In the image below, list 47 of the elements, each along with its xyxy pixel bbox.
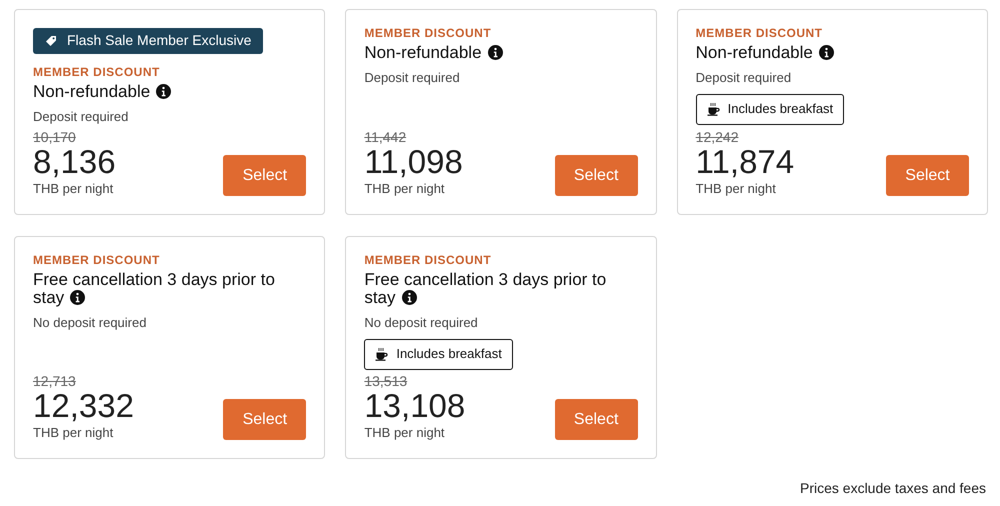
price-unit: THB per night (696, 181, 777, 197)
info-icon[interactable] (818, 45, 834, 60)
select-button[interactable]: Select (554, 399, 638, 440)
price: 8,136 (33, 145, 116, 179)
info-icon[interactable] (156, 84, 172, 98)
deposit-text: No deposit required (364, 314, 479, 332)
rate-title: Free cancellation 3 days prior to stay (33, 271, 276, 307)
select-button[interactable]: Select (223, 155, 306, 196)
coffee-cup-icon (706, 102, 720, 116)
original-price: 13,513 (364, 374, 408, 389)
amenity-text: Includes breakfast (728, 100, 834, 118)
select-button[interactable]: Select (554, 155, 638, 196)
price: 11,874 (696, 145, 794, 179)
rate-title: Non-refundable (696, 44, 969, 62)
deposit-text: No deposit required (33, 314, 148, 332)
rate-title: Non-refundable (33, 82, 306, 100)
discount-label: MEMBER DISCOUNT (364, 25, 492, 41)
tag-icon (45, 34, 57, 47)
price-unit: THB per night (33, 181, 114, 197)
info-icon[interactable] (70, 290, 86, 305)
price-unit: THB per night (364, 425, 446, 441)
info-icon[interactable] (488, 45, 503, 60)
discount-label: MEMBER DISCOUNT (33, 252, 161, 268)
discount-label: MEMBER DISCOUNT (33, 64, 161, 80)
price: 13,108 (364, 389, 466, 423)
coffee-cup-icon (375, 347, 388, 361)
price: 12,332 (33, 389, 134, 423)
price: 11,098 (364, 145, 463, 179)
price-unit: THB per night (364, 181, 446, 197)
amenity-text: Includes breakfast (396, 345, 502, 364)
original-price: 12,242 (696, 130, 740, 145)
info-icon[interactable] (402, 290, 417, 305)
original-price: 11,442 (364, 130, 408, 145)
select-button[interactable]: Select (886, 155, 969, 196)
deposit-text: Deposit required (33, 108, 130, 126)
select-button[interactable]: Select (223, 399, 306, 440)
rate-title: Free cancellation 3 days prior to stay (364, 271, 608, 307)
price-unit: THB per night (33, 425, 114, 441)
deposit-text: Deposit required (696, 69, 792, 87)
rate-title: Non-refundable (364, 44, 638, 62)
discount-label: MEMBER DISCOUNT (696, 25, 824, 41)
deposit-text: Deposit required (364, 69, 461, 87)
discount-label: MEMBER DISCOUNT (364, 252, 492, 268)
original-price: 12,713 (33, 374, 77, 389)
original-price: 10,170 (33, 130, 77, 145)
prices-note: Prices exclude taxes and fees (800, 479, 986, 498)
promo-text: Flash Sale Member Exclusive (67, 31, 252, 50)
